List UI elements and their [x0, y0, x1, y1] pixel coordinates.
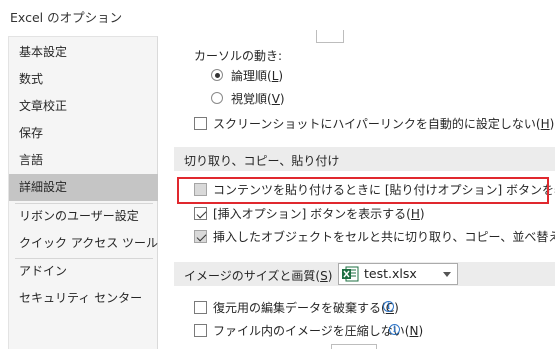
- title-bar: Excel のオプション: [0, 0, 555, 30]
- checkbox-discard-edit-data-label[interactable]: 復元用の編集データを破棄する(C): [213, 299, 399, 316]
- checkbox-insert-options[interactable]: [194, 207, 207, 220]
- options-sidebar: 基本設定 数式 文章校正 保存 言語 詳細設定 リボンのユーザー設定 クイック …: [8, 36, 158, 349]
- section-cut-copy-paste-title: 切り取り、コピー、貼り付け: [184, 154, 340, 168]
- radio-visual-label[interactable]: 視覚順(V): [231, 90, 285, 107]
- sidebar-item-formulas[interactable]: 数式: [9, 66, 158, 93]
- sidebar-item-advanced[interactable]: 詳細設定: [9, 174, 158, 201]
- section-cut-copy-paste: 切り取り、コピー、貼り付け: [174, 147, 555, 171]
- sidebar-item-language[interactable]: 言語: [9, 147, 158, 174]
- image-file-name: test.xlsx: [364, 266, 417, 281]
- cursor-movement-label: カーソルの動き:: [194, 49, 283, 63]
- checkbox-move-with-cells-label[interactable]: 挿入したオブジェクトをセルと共に切り取り、コピー、並べ替えを行う(O): [213, 228, 555, 245]
- partially-visible-input[interactable]: [316, 30, 344, 43]
- sidebar-item-quick-access-toolbar[interactable]: クイック アクセス ツール バー: [9, 230, 158, 257]
- info-icon[interactable]: i: [389, 324, 400, 335]
- radio-logical-label[interactable]: 論理順(L): [231, 67, 283, 84]
- sidebar-item-proofing[interactable]: 文章校正: [9, 93, 158, 120]
- checkbox-screenshot-hyperlink[interactable]: [194, 117, 207, 130]
- checkbox-no-compress[interactable]: [194, 324, 207, 337]
- sidebar-item-customize-ribbon[interactable]: リボンのユーザー設定: [9, 203, 158, 230]
- partially-visible-select[interactable]: [331, 344, 377, 349]
- checkbox-screenshot-hyperlink-label[interactable]: スクリーンショットにハイパーリンクを自動的に設定しない(H): [213, 115, 554, 132]
- options-content: カーソルの動き: 論理順(L) 視覚順(V) スクリーンショットにハイパーリンク…: [166, 30, 555, 349]
- section-image-size-quality-title: イメージのサイズと画質(S): [184, 269, 333, 283]
- radio-visual[interactable]: [211, 92, 223, 104]
- sidebar-item-add-ins[interactable]: アドイン: [9, 258, 158, 285]
- checkbox-discard-edit-data[interactable]: [194, 301, 207, 314]
- window-title: Excel のオプション: [10, 10, 123, 25]
- highlight-box: [177, 177, 549, 204]
- sidebar-item-save[interactable]: 保存: [9, 120, 158, 147]
- sidebar-item-general[interactable]: 基本設定: [9, 39, 158, 66]
- checkbox-insert-options-label[interactable]: [挿入オプション] ボタンを表示する(H): [213, 205, 425, 222]
- excel-file-icon: [342, 266, 359, 282]
- chevron-down-icon[interactable]: [443, 272, 451, 277]
- sidebar-item-trust-center[interactable]: セキュリティ センター: [9, 285, 158, 312]
- radio-logical[interactable]: [211, 69, 223, 81]
- info-icon[interactable]: i: [383, 301, 394, 312]
- checkbox-move-with-cells[interactable]: [194, 230, 207, 243]
- image-file-select[interactable]: test.xlsx: [338, 263, 458, 285]
